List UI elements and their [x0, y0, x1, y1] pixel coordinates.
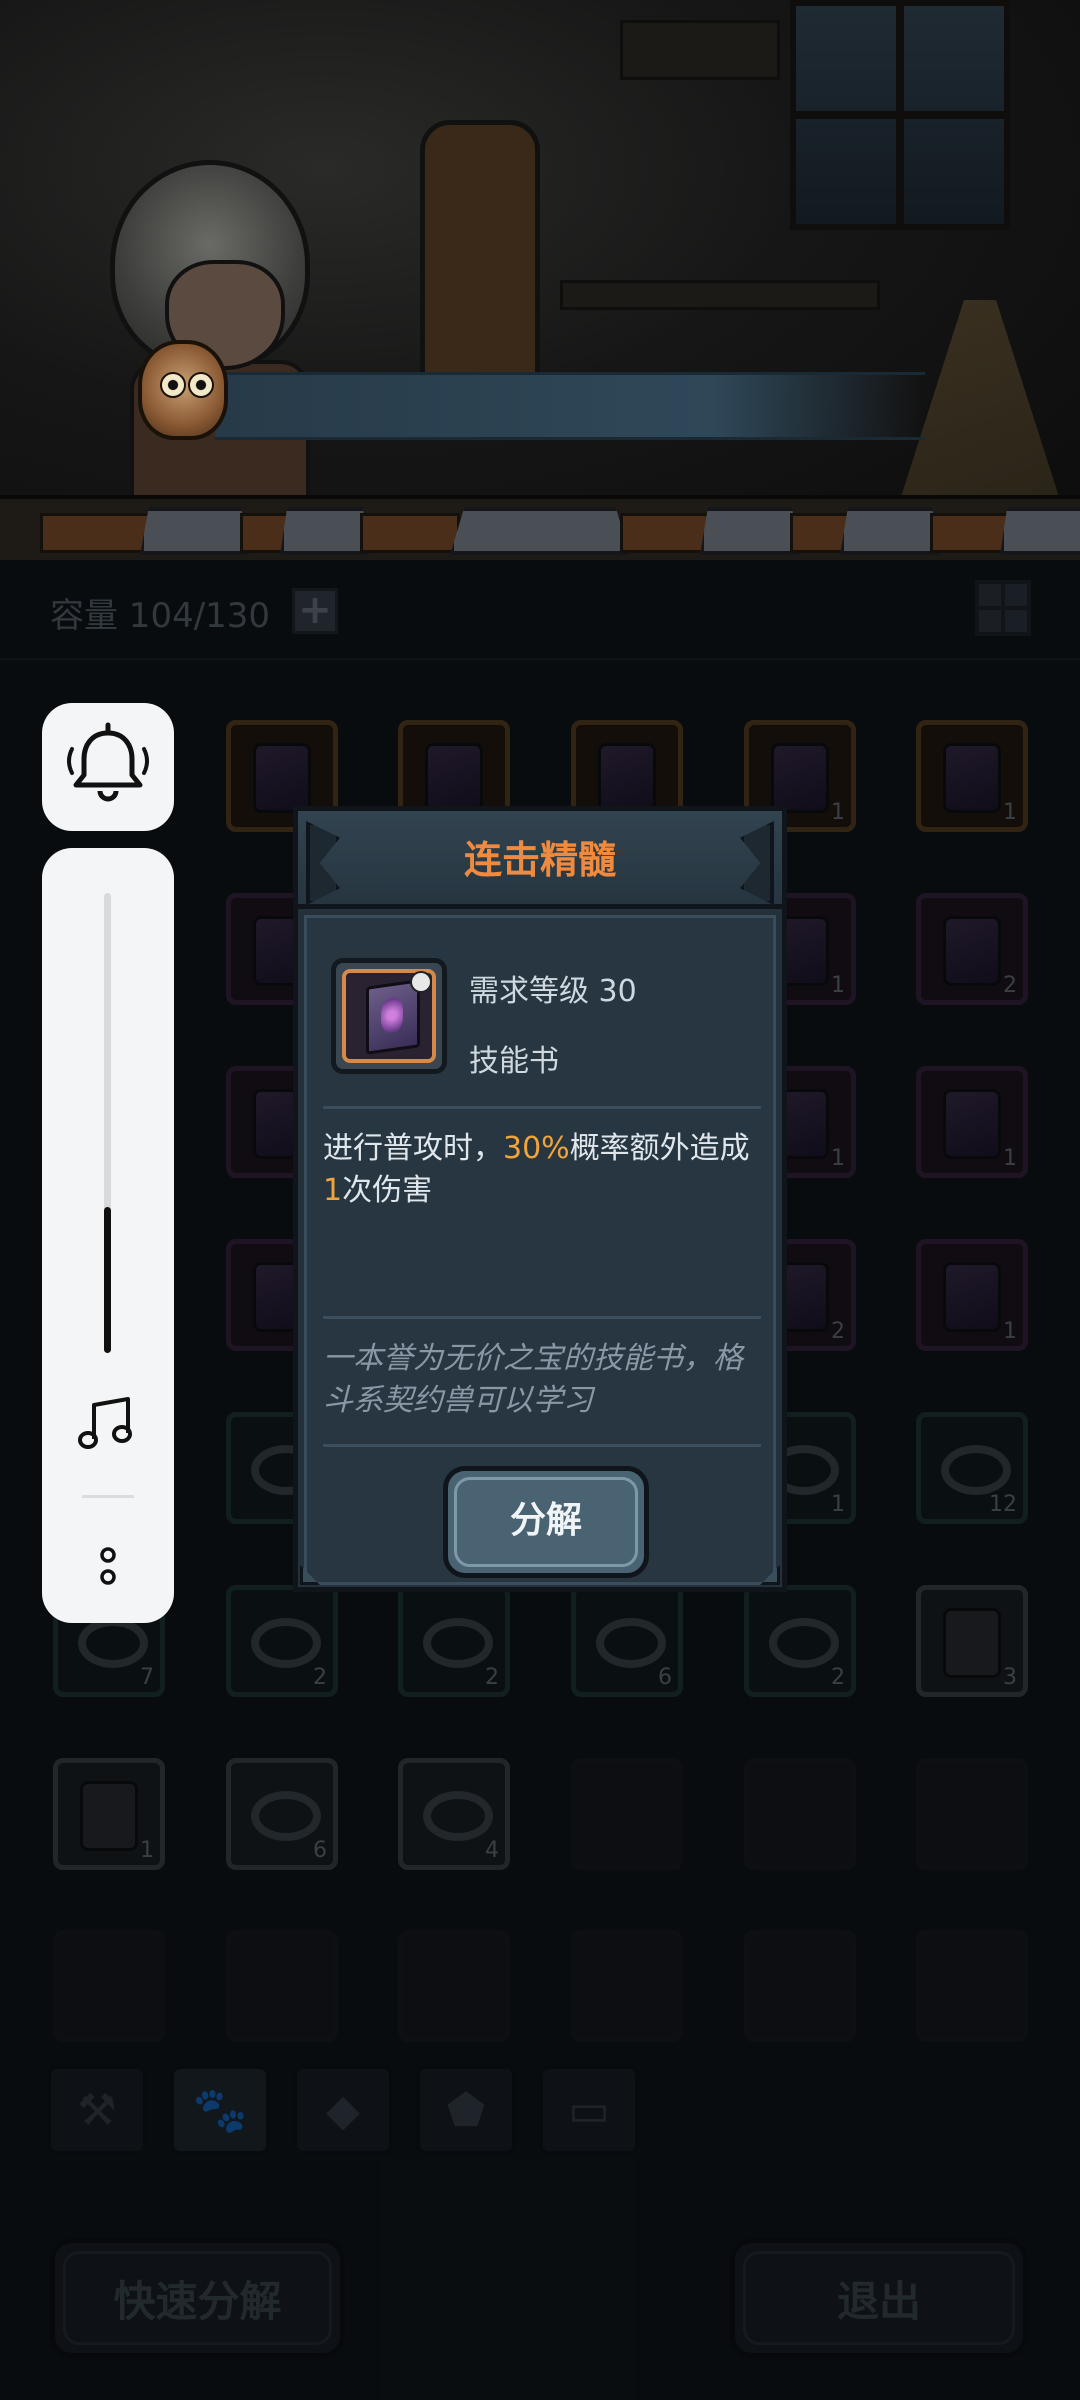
skill-book-icon — [331, 958, 447, 1074]
background-window — [790, 0, 1010, 230]
dialog-divider — [323, 1106, 761, 1109]
scene-floor — [0, 495, 1080, 560]
required-level: 需求等级 30 — [469, 974, 637, 1009]
decompose-button[interactable]: 分解 — [443, 1466, 649, 1578]
dialog-title: 连击精髓 — [463, 838, 616, 882]
more-dots-icon[interactable] — [92, 1545, 124, 1589]
effect-hits: 1 — [323, 1173, 343, 1208]
background-shelf — [620, 20, 780, 80]
game-scene — [0, 0, 1080, 560]
effect-chance: 30% — [503, 1131, 570, 1166]
pet-progress-bar — [215, 372, 925, 440]
background-shelf — [560, 280, 880, 310]
dialog-divider — [323, 1316, 761, 1319]
item-detail-dialog: 连击精髓 需求等级 30 技能书 进行普攻时，30%概率额外造成 1次伤害 一本誉… — [293, 806, 787, 1592]
owl-pet-icon[interactable] — [138, 340, 228, 440]
decompose-label: 分解 — [509, 1500, 582, 1541]
dialog-body: 需求等级 30 技能书 进行普攻时，30%概率额外造成 1次伤害 一本誉为无价之宝… — [304, 915, 776, 1585]
side-panel-divider — [82, 1495, 134, 1498]
bell-icon — [67, 722, 149, 802]
effect-description: 进行普攻时，30%概率额外造成 1次伤害 — [323, 1131, 750, 1208]
flavor-text: 一本誉为无价之宝的技能书，格斗系契约兽可以学习 — [323, 1341, 743, 1418]
dialog-divider — [323, 1444, 761, 1447]
notification-panel[interactable] — [42, 703, 174, 831]
volume-slider-fill[interactable] — [104, 1207, 111, 1353]
item-type: 技能书 — [469, 1044, 559, 1079]
music-note-icon[interactable] — [76, 1395, 140, 1451]
